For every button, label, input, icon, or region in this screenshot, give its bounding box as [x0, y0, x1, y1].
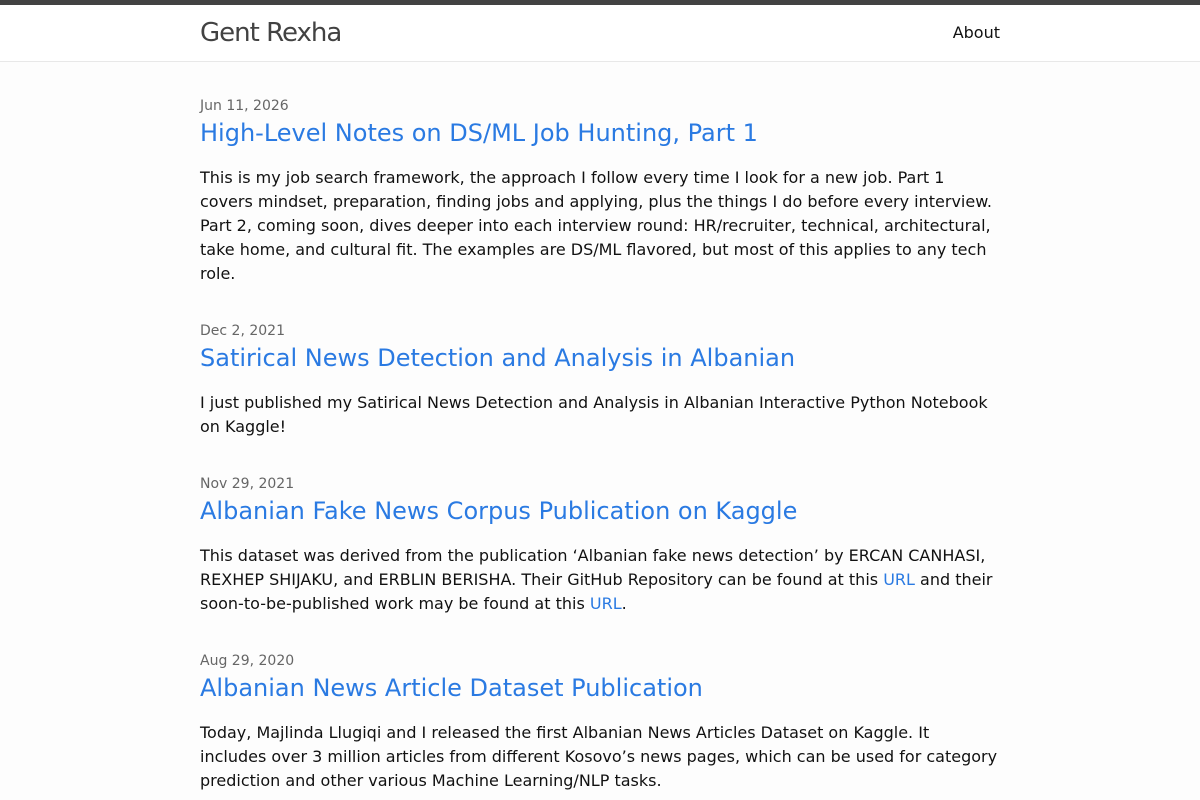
github-url-link[interactable]: URL — [883, 570, 915, 589]
post-date: Jun 11, 2026 — [200, 98, 289, 114]
post-excerpt: Today, Majlinda Llugiqi and I released t… — [200, 723, 998, 790]
post-title-link[interactable]: High-Level Notes on DS/ML Job Hunting, P… — [200, 116, 1000, 150]
excerpt-text: This dataset was derived from the public… — [200, 546, 986, 589]
post-item: Jun 11, 2026 High-Level Notes on DS/ML J… — [200, 96, 1000, 286]
publication-url-link[interactable]: URL — [590, 594, 622, 613]
post-spacer — [200, 439, 1000, 474]
content-wrapper: Jun 11, 2026 High-Level Notes on DS/ML J… — [200, 96, 1000, 793]
site-title-link[interactable]: Gent Rexha — [200, 17, 342, 49]
post-list: Jun 11, 2026 High-Level Notes on DS/ML J… — [0, 62, 1200, 793]
nav-about-link[interactable]: About — [953, 22, 1000, 44]
post-title-link[interactable]: Satirical News Detection and Analysis in… — [200, 341, 1000, 375]
post-spacer — [200, 286, 1000, 321]
post-item: Nov 29, 2021 Albanian Fake News Corpus P… — [200, 474, 1000, 616]
excerpt-text: . — [621, 594, 627, 613]
post-item: Aug 29, 2020 Albanian News Article Datas… — [200, 651, 1000, 793]
post-date: Aug 29, 2020 — [200, 653, 295, 669]
post-date: Dec 2, 2021 — [200, 323, 285, 339]
post-title-link[interactable]: Albanian Fake News Corpus Publication on… — [200, 494, 1000, 528]
post-date: Nov 29, 2021 — [200, 476, 295, 492]
post-title-link[interactable]: Albanian News Article Dataset Publicatio… — [200, 671, 1000, 705]
post-item: Dec 2, 2021 Satirical News Detection and… — [200, 321, 1000, 439]
site-header: Gent Rexha About — [0, 5, 1200, 62]
post-excerpt: This dataset was derived from the public… — [200, 544, 1000, 616]
post-excerpt: I just published my Satirical News Detec… — [200, 393, 988, 436]
post-excerpt: This is my job search framework, the app… — [200, 168, 992, 283]
post-spacer — [200, 616, 1000, 651]
